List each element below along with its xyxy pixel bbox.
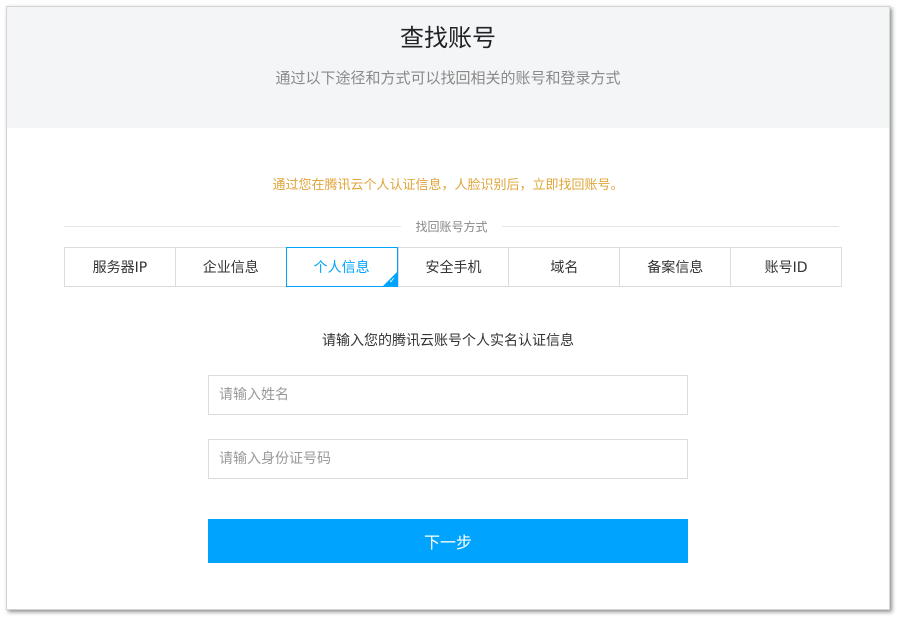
page-header: 查找账号 通过以下途径和方式可以找回相关的账号和登录方式: [7, 7, 889, 128]
divider-label: 找回账号方式: [401, 220, 502, 234]
tab-label: 账号ID: [764, 260, 808, 276]
tab-label: 备案信息: [647, 260, 704, 276]
tab-label: 服务器IP: [92, 260, 148, 276]
next-step-button[interactable]: 下一步: [208, 519, 688, 563]
id-number-input[interactable]: [208, 439, 688, 479]
notice-text: 通过您在腾讯云个人认证信息，人脸识别后，立即找回账号。: [272, 178, 624, 193]
tab-domain[interactable]: 域名: [508, 248, 619, 286]
tab-server-ip[interactable]: 服务器IP: [65, 248, 175, 286]
form-prompt: 请输入您的腾讯云账号个人实名认证信息: [322, 333, 574, 349]
tab-filing-info[interactable]: 备案信息: [619, 248, 730, 286]
tab-label: 个人信息: [313, 260, 370, 276]
method-divider: 找回账号方式: [64, 216, 839, 236]
tab-label: 安全手机: [425, 260, 482, 276]
tab-personal-info[interactable]: 个人信息 ✓: [285, 247, 398, 287]
tab-enterprise-info[interactable]: 企业信息: [174, 248, 286, 286]
find-account-window: 查找账号 通过以下途径和方式可以找回相关的账号和登录方式 通过您在腾讯云个人认证…: [6, 6, 890, 610]
tab-label: 域名: [550, 260, 579, 276]
page-subtitle: 通过以下途径和方式可以找回相关的账号和登录方式: [275, 69, 621, 87]
page-title: 查找账号: [400, 24, 496, 52]
tab-label: 企业信息: [202, 260, 259, 276]
tab-account-id[interactable]: 账号ID: [730, 248, 841, 286]
check-icon: ✓: [388, 276, 396, 285]
name-input[interactable]: [208, 375, 688, 415]
method-tabs: 服务器IP 企业信息 个人信息 ✓ 安全手机 域名 备案信息 账号ID: [64, 247, 842, 287]
tab-security-phone[interactable]: 安全手机: [397, 248, 509, 286]
